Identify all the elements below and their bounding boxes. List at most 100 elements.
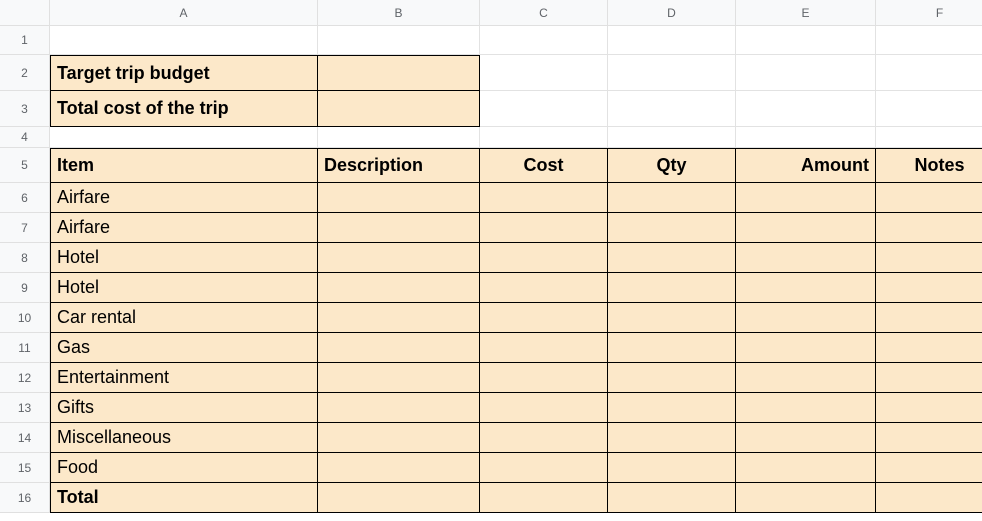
col-header-d[interactable]: D bbox=[608, 0, 736, 26]
cell-item[interactable]: Car rental bbox=[50, 303, 318, 333]
header-qty[interactable]: Qty bbox=[608, 148, 736, 183]
cell-cost[interactable] bbox=[480, 243, 608, 273]
cell-amount[interactable] bbox=[736, 183, 876, 213]
cell-item[interactable]: Food bbox=[50, 453, 318, 483]
cell-notes[interactable] bbox=[876, 393, 982, 423]
select-all-corner[interactable] bbox=[0, 0, 50, 26]
cell-notes[interactable] bbox=[876, 363, 982, 393]
cell-qty[interactable] bbox=[608, 423, 736, 453]
cell-b4[interactable] bbox=[318, 127, 480, 148]
header-cost[interactable]: Cost bbox=[480, 148, 608, 183]
row-header-5[interactable]: 5 bbox=[0, 148, 50, 183]
cell-item[interactable]: Hotel bbox=[50, 273, 318, 303]
cell-c1[interactable] bbox=[480, 26, 608, 55]
cell-qty[interactable] bbox=[608, 363, 736, 393]
cell-cost[interactable] bbox=[480, 303, 608, 333]
cell-amount[interactable] bbox=[736, 213, 876, 243]
row-header-8[interactable]: 8 bbox=[0, 243, 50, 273]
cell-c2[interactable] bbox=[480, 55, 608, 91]
row-header-13[interactable]: 13 bbox=[0, 393, 50, 423]
cell-amount[interactable] bbox=[736, 423, 876, 453]
cell-amount[interactable] bbox=[736, 393, 876, 423]
col-header-c[interactable]: C bbox=[480, 0, 608, 26]
cell-a1[interactable] bbox=[50, 26, 318, 55]
cell-description[interactable] bbox=[318, 243, 480, 273]
cell-item[interactable]: Entertainment bbox=[50, 363, 318, 393]
cell-description[interactable] bbox=[318, 213, 480, 243]
total-cost-label-cell[interactable]: Total cost of the trip bbox=[50, 91, 318, 127]
row-header-3[interactable]: 3 bbox=[0, 91, 50, 127]
cell-item[interactable]: Miscellaneous bbox=[50, 423, 318, 453]
cell-notes[interactable] bbox=[876, 333, 982, 363]
cell-notes[interactable] bbox=[876, 303, 982, 333]
cell-amount[interactable] bbox=[736, 453, 876, 483]
col-header-a[interactable]: A bbox=[50, 0, 318, 26]
cell-d3[interactable] bbox=[608, 91, 736, 127]
cell-item[interactable]: Hotel bbox=[50, 243, 318, 273]
cell-description[interactable] bbox=[318, 303, 480, 333]
col-header-f[interactable]: F bbox=[876, 0, 982, 26]
cell-amount[interactable] bbox=[736, 303, 876, 333]
cell-cost[interactable] bbox=[480, 183, 608, 213]
total-qty-cell[interactable] bbox=[608, 483, 736, 513]
row-header-16[interactable]: 16 bbox=[0, 483, 50, 513]
row-header-10[interactable]: 10 bbox=[0, 303, 50, 333]
cell-amount[interactable] bbox=[736, 363, 876, 393]
row-header-7[interactable]: 7 bbox=[0, 213, 50, 243]
total-description-cell[interactable] bbox=[318, 483, 480, 513]
cell-a4[interactable] bbox=[50, 127, 318, 148]
cell-description[interactable] bbox=[318, 183, 480, 213]
col-header-e[interactable]: E bbox=[736, 0, 876, 26]
cell-amount[interactable] bbox=[736, 273, 876, 303]
cell-qty[interactable] bbox=[608, 273, 736, 303]
cell-c3[interactable] bbox=[480, 91, 608, 127]
cell-description[interactable] bbox=[318, 363, 480, 393]
total-cost-cell[interactable] bbox=[480, 483, 608, 513]
cell-notes[interactable] bbox=[876, 273, 982, 303]
cell-f3[interactable] bbox=[876, 91, 982, 127]
cell-qty[interactable] bbox=[608, 303, 736, 333]
row-header-9[interactable]: 9 bbox=[0, 273, 50, 303]
row-header-11[interactable]: 11 bbox=[0, 333, 50, 363]
cell-e3[interactable] bbox=[736, 91, 876, 127]
row-header-6[interactable]: 6 bbox=[0, 183, 50, 213]
row-header-14[interactable]: 14 bbox=[0, 423, 50, 453]
cell-qty[interactable] bbox=[608, 333, 736, 363]
cell-notes[interactable] bbox=[876, 213, 982, 243]
cell-item[interactable]: Airfare bbox=[50, 213, 318, 243]
cell-description[interactable] bbox=[318, 423, 480, 453]
cell-description[interactable] bbox=[318, 273, 480, 303]
header-notes[interactable]: Notes bbox=[876, 148, 982, 183]
cell-cost[interactable] bbox=[480, 393, 608, 423]
cell-amount[interactable] bbox=[736, 333, 876, 363]
row-header-2[interactable]: 2 bbox=[0, 55, 50, 91]
header-description[interactable]: Description bbox=[318, 148, 480, 183]
cell-e4[interactable] bbox=[736, 127, 876, 148]
cell-qty[interactable] bbox=[608, 453, 736, 483]
cell-f2[interactable] bbox=[876, 55, 982, 91]
cell-cost[interactable] bbox=[480, 453, 608, 483]
cell-amount[interactable] bbox=[736, 243, 876, 273]
cell-cost[interactable] bbox=[480, 333, 608, 363]
row-header-15[interactable]: 15 bbox=[0, 453, 50, 483]
cell-qty[interactable] bbox=[608, 213, 736, 243]
cell-description[interactable] bbox=[318, 333, 480, 363]
target-budget-label-cell[interactable]: Target trip budget bbox=[50, 55, 318, 91]
cell-item[interactable]: Gas bbox=[50, 333, 318, 363]
cell-d4[interactable] bbox=[608, 127, 736, 148]
cell-cost[interactable] bbox=[480, 423, 608, 453]
cell-item[interactable]: Gifts bbox=[50, 393, 318, 423]
cell-notes[interactable] bbox=[876, 423, 982, 453]
cell-f4[interactable] bbox=[876, 127, 982, 148]
cell-notes[interactable] bbox=[876, 243, 982, 273]
total-label-cell[interactable]: Total bbox=[50, 483, 318, 513]
row-header-4[interactable]: 4 bbox=[0, 127, 50, 148]
cell-description[interactable] bbox=[318, 393, 480, 423]
total-notes-cell[interactable] bbox=[876, 483, 982, 513]
cell-description[interactable] bbox=[318, 453, 480, 483]
cell-qty[interactable] bbox=[608, 393, 736, 423]
row-header-12[interactable]: 12 bbox=[0, 363, 50, 393]
cell-item[interactable]: Airfare bbox=[50, 183, 318, 213]
cell-cost[interactable] bbox=[480, 273, 608, 303]
cell-e1[interactable] bbox=[736, 26, 876, 55]
